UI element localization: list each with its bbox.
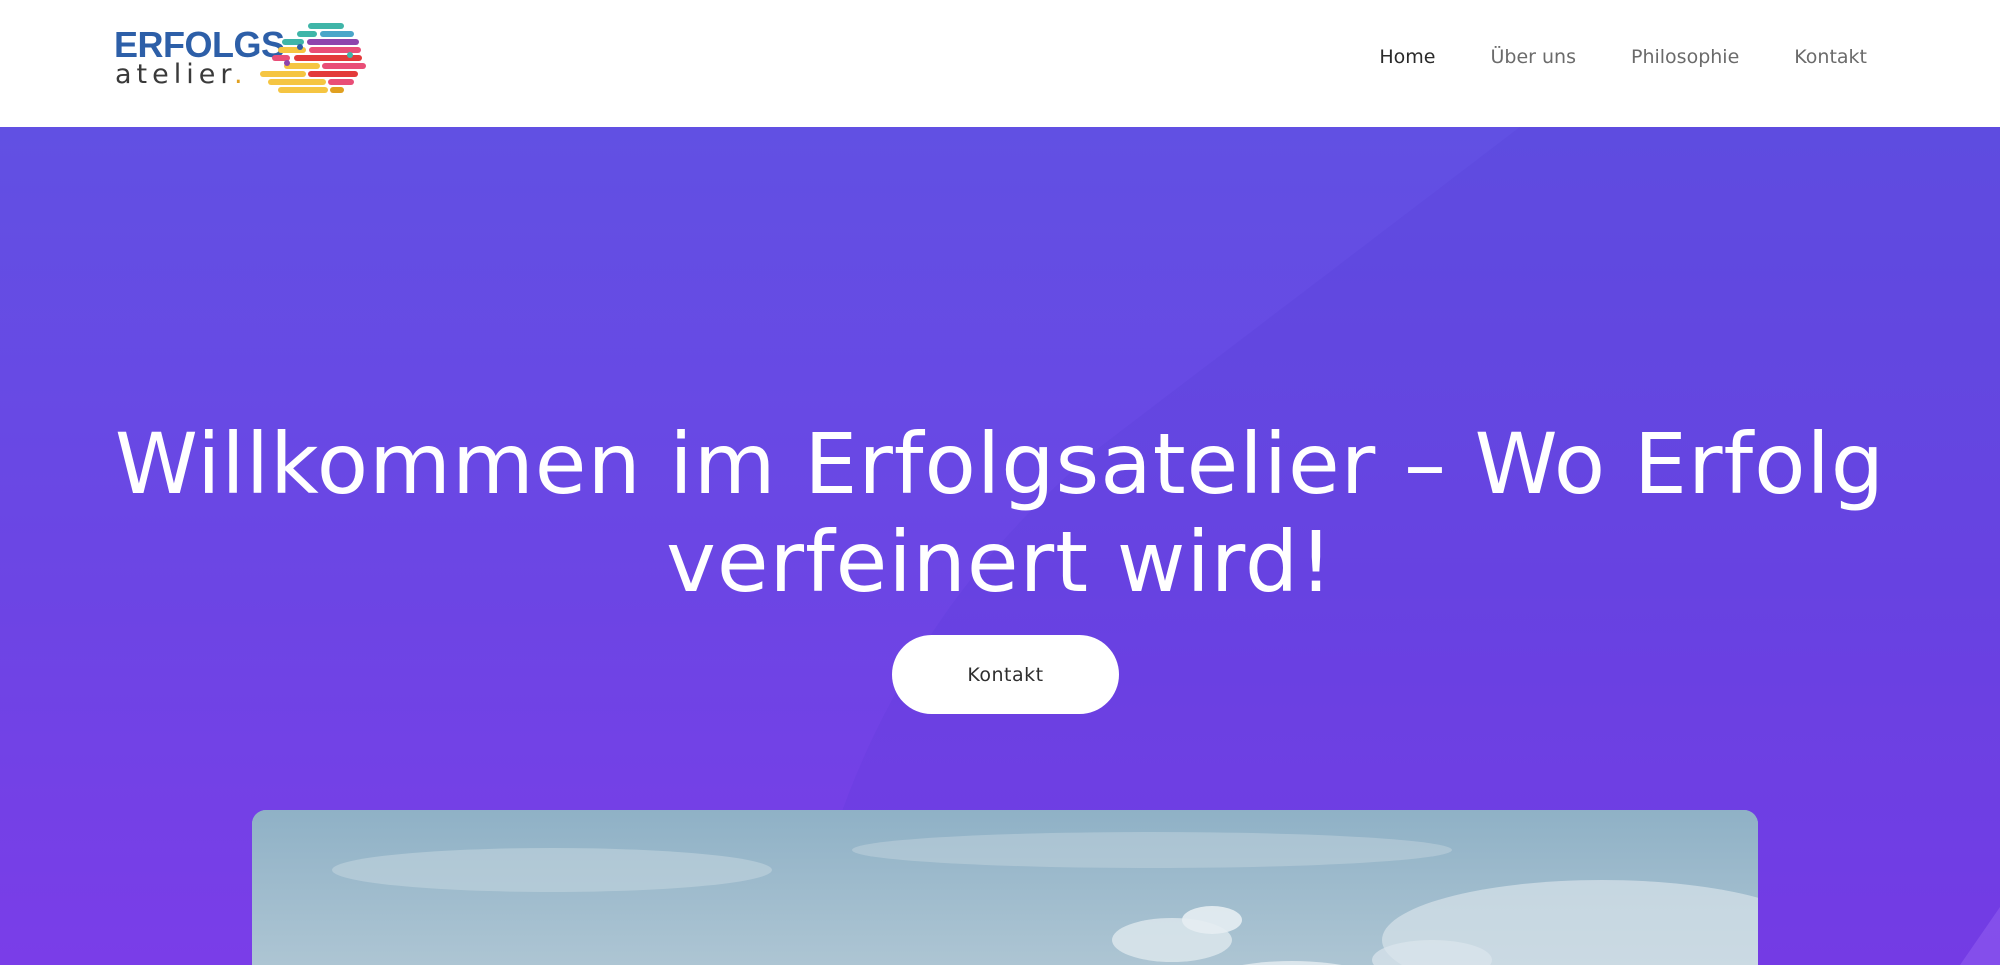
logo-wordmark-bottom: atelier. bbox=[115, 59, 248, 90]
nav-link-ueber-uns[interactable]: Über uns bbox=[1490, 46, 1576, 68]
kontakt-button[interactable]: Kontakt bbox=[892, 635, 1119, 714]
colorful-head-icon bbox=[260, 23, 366, 93]
nav-link-philosophie[interactable]: Philosophie bbox=[1631, 46, 1739, 68]
hero-section: Willkommen im Erfolgsatelier – Wo Erfolg… bbox=[0, 127, 2000, 965]
hero-image bbox=[252, 810, 1758, 965]
nav-link-home[interactable]: Home bbox=[1379, 46, 1435, 68]
main-navigation: Home Über uns Philosophie Kontakt bbox=[1379, 46, 1867, 68]
erfolgsatelier-logo[interactable]: ERFOLGS atelier. bbox=[112, 20, 377, 98]
site-header: ERFOLGS atelier. Home Über uns Philosoph… bbox=[0, 0, 2000, 127]
sky-photo-icon bbox=[252, 810, 1758, 965]
nav-link-kontakt[interactable]: Kontakt bbox=[1794, 46, 1867, 68]
hero-title: Willkommen im Erfolgsatelier – Wo Erfolg… bbox=[114, 415, 1886, 611]
